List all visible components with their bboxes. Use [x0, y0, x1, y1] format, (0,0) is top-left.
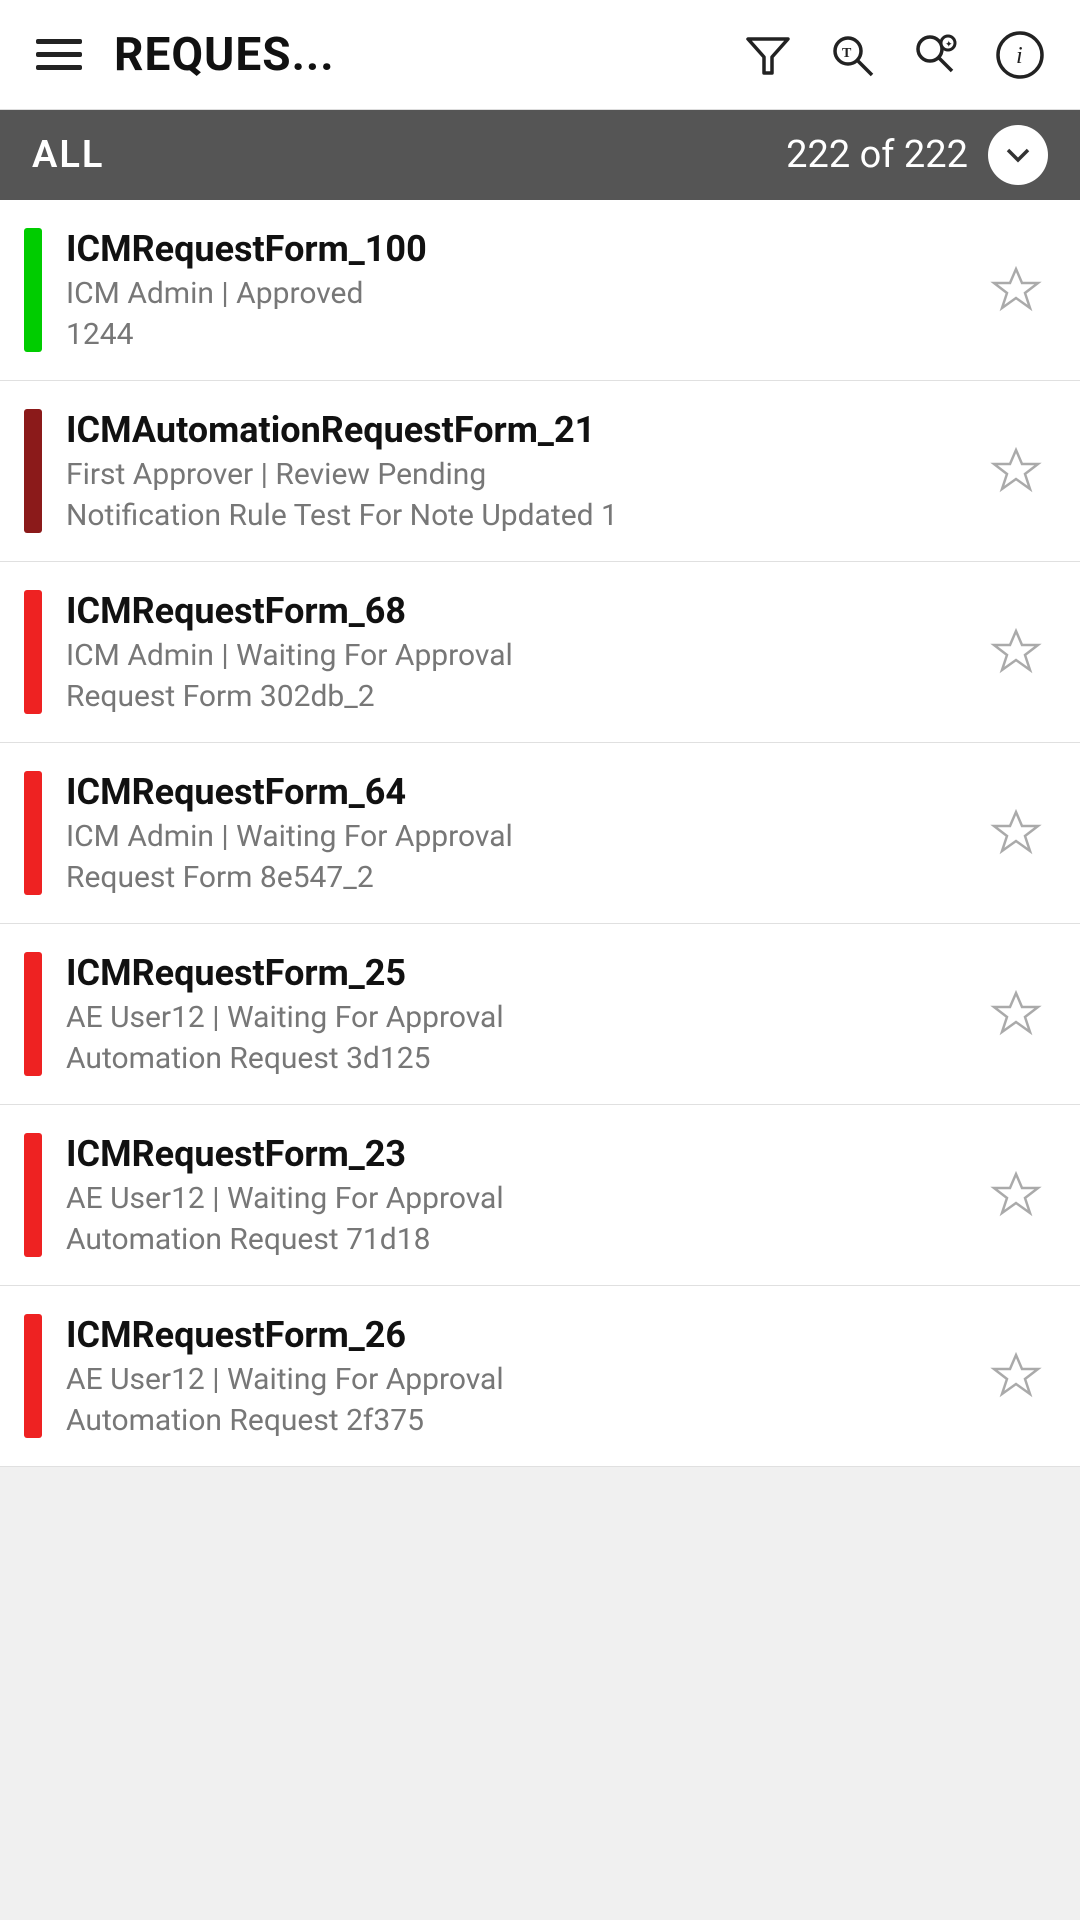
- item-title: ICMRequestForm_25: [66, 952, 980, 994]
- favorite-button[interactable]: [980, 616, 1052, 688]
- item-subtitle: AE User12 | Waiting For Approval: [66, 1000, 980, 1035]
- list-item[interactable]: ICMRequestForm_26 AE User12 | Waiting Fo…: [0, 1286, 1080, 1467]
- item-subtitle: ICM Admin | Waiting For Approval: [66, 638, 980, 673]
- status-indicator: [24, 228, 42, 352]
- item-detail: Automation Request 71d18: [66, 1222, 980, 1257]
- svg-text:i: i: [1016, 43, 1023, 69]
- item-detail: Notification Rule Test For Note Updated …: [66, 498, 980, 533]
- item-title: ICMRequestForm_68: [66, 590, 980, 632]
- request-list: ICMRequestForm_100 ICM Admin | Approved …: [0, 200, 1080, 1467]
- item-content: ICMRequestForm_25 AE User12 | Waiting Fo…: [66, 952, 980, 1076]
- item-content: ICMRequestForm_68 ICM Admin | Waiting Fo…: [66, 590, 980, 714]
- list-item[interactable]: ICMRequestForm_100 ICM Admin | Approved …: [0, 200, 1080, 381]
- svg-text:✦: ✦: [945, 39, 953, 49]
- filter-count-group: 222 of 222: [786, 125, 1048, 185]
- item-content: ICMRequestForm_64 ICM Admin | Waiting Fo…: [66, 771, 980, 895]
- filter-dropdown-button[interactable]: [988, 125, 1048, 185]
- filter-button[interactable]: [736, 23, 800, 87]
- item-title: ICMAutomationRequestForm_21: [66, 409, 980, 451]
- item-content: ICMRequestForm_100 ICM Admin | Approved …: [66, 228, 980, 352]
- item-subtitle: AE User12 | Waiting For Approval: [66, 1181, 980, 1216]
- status-indicator: [24, 771, 42, 895]
- info-button[interactable]: i: [988, 23, 1052, 87]
- search-button[interactable]: T: [820, 23, 884, 87]
- item-subtitle: ICM Admin | Approved: [66, 276, 980, 311]
- item-detail: Request Form 302db_2: [66, 679, 980, 714]
- favorite-button[interactable]: [980, 1159, 1052, 1231]
- item-subtitle: ICM Admin | Waiting For Approval: [66, 819, 980, 854]
- item-title: ICMRequestForm_100: [66, 228, 980, 270]
- header-icons: T ✦ i: [736, 23, 1052, 87]
- item-content: ICMRequestForm_23 AE User12 | Waiting Fo…: [66, 1133, 980, 1257]
- list-item[interactable]: ICMRequestForm_25 AE User12 | Waiting Fo…: [0, 924, 1080, 1105]
- list-item[interactable]: ICMRequestForm_68 ICM Admin | Waiting Fo…: [0, 562, 1080, 743]
- favorite-button[interactable]: [980, 435, 1052, 507]
- item-title: ICMRequestForm_23: [66, 1133, 980, 1175]
- status-indicator: [24, 1133, 42, 1257]
- list-item[interactable]: ICMAutomationRequestForm_21 First Approv…: [0, 381, 1080, 562]
- favorite-button[interactable]: [980, 254, 1052, 326]
- favorite-button[interactable]: [980, 978, 1052, 1050]
- page-title: REQUES...: [114, 28, 736, 82]
- svg-text:T: T: [842, 46, 852, 61]
- item-content: ICMRequestForm_26 AE User12 | Waiting Fo…: [66, 1314, 980, 1438]
- item-detail: Automation Request 3d125: [66, 1041, 980, 1076]
- filter-count-text: 222 of 222: [786, 133, 968, 177]
- item-subtitle: AE User12 | Waiting For Approval: [66, 1362, 980, 1397]
- favorite-button[interactable]: [980, 1340, 1052, 1412]
- status-indicator: [24, 1314, 42, 1438]
- user-search-button[interactable]: ✦: [904, 23, 968, 87]
- favorite-button[interactable]: [980, 797, 1052, 869]
- filter-bar: ALL 222 of 222: [0, 110, 1080, 200]
- item-title: ICMRequestForm_64: [66, 771, 980, 813]
- status-indicator: [24, 409, 42, 533]
- list-item[interactable]: ICMRequestForm_23 AE User12 | Waiting Fo…: [0, 1105, 1080, 1286]
- filter-label: ALL: [32, 133, 104, 177]
- item-title: ICMRequestForm_26: [66, 1314, 980, 1356]
- status-indicator: [24, 590, 42, 714]
- item-subtitle: First Approver | Review Pending: [66, 457, 980, 492]
- hamburger-menu-button[interactable]: [28, 31, 90, 78]
- list-item[interactable]: ICMRequestForm_64 ICM Admin | Waiting Fo…: [0, 743, 1080, 924]
- item-content: ICMAutomationRequestForm_21 First Approv…: [66, 409, 980, 533]
- item-detail: 1244: [66, 317, 980, 352]
- item-detail: Request Form 8e547_2: [66, 860, 980, 895]
- header: REQUES... T ✦: [0, 0, 1080, 110]
- status-indicator: [24, 952, 42, 1076]
- item-detail: Automation Request 2f375: [66, 1403, 980, 1438]
